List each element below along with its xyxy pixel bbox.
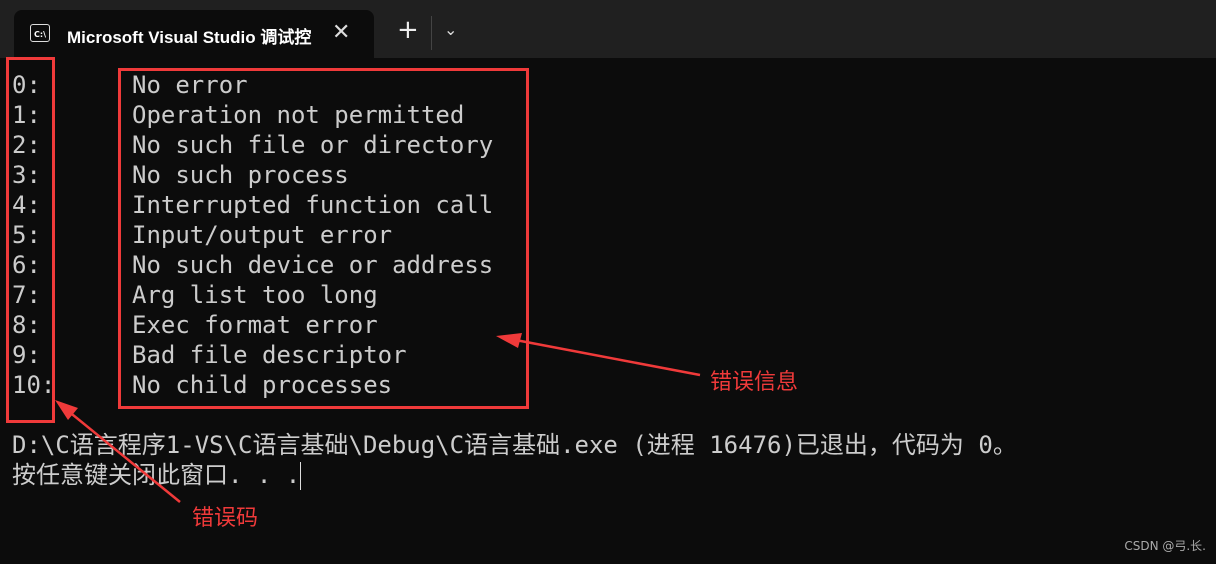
arrow-to-messages xyxy=(496,333,701,377)
arrow-to-codes xyxy=(55,400,181,503)
annotation-arrows xyxy=(55,333,701,503)
error-message-label: 错误信息 xyxy=(710,370,799,395)
watermark: CSDN @弓.长. xyxy=(1124,539,1206,553)
error-code-label: 错误码 xyxy=(192,506,259,531)
